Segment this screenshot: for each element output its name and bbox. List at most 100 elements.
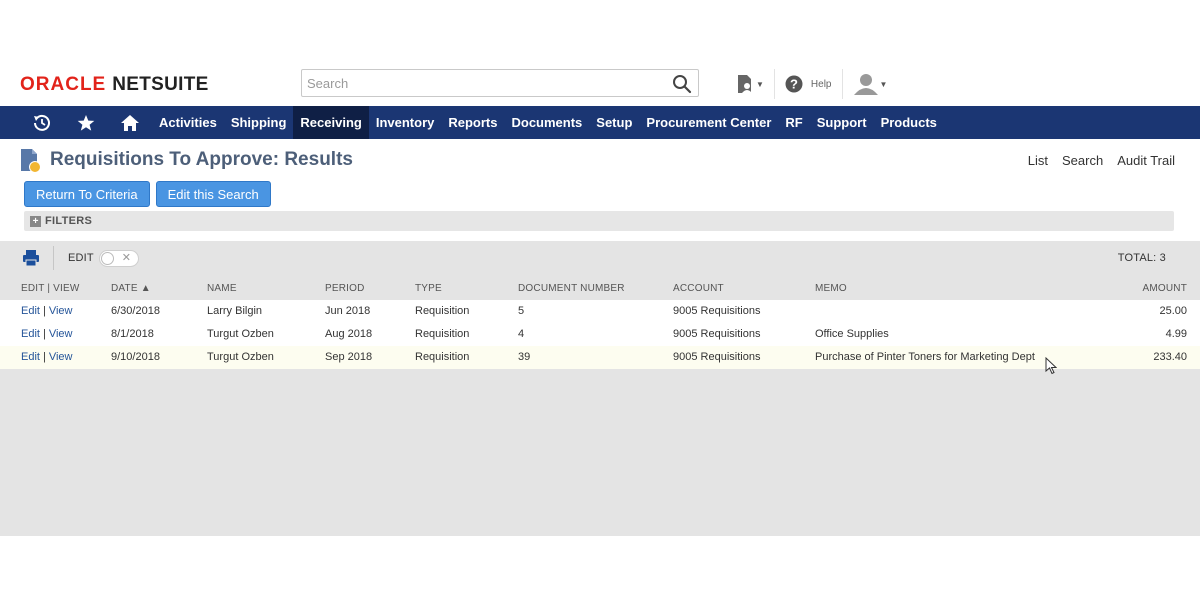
nav-procurement-center[interactable]: Procurement Center — [639, 106, 778, 139]
edit-link[interactable]: Edit — [21, 351, 40, 363]
nav-products[interactable]: Products — [874, 106, 944, 139]
col-memo[interactable]: MEMO — [815, 283, 847, 294]
view-link[interactable]: View — [49, 305, 73, 317]
global-search — [301, 69, 699, 97]
search-link[interactable]: Search — [1062, 153, 1103, 168]
col-name[interactable]: NAME — [207, 283, 237, 294]
divider — [773, 69, 775, 99]
search-icon[interactable] — [672, 74, 692, 94]
col-date[interactable]: DATE ▲ — [111, 283, 151, 294]
filters-toggle[interactable]: + FILTERS — [24, 211, 1174, 231]
cell-document-number: 39 — [518, 351, 531, 363]
svg-text:?: ? — [790, 77, 798, 92]
col-type[interactable]: TYPE — [415, 283, 442, 294]
toggle-off-icon: ✕ — [121, 252, 131, 264]
col-account[interactable]: ACCOUNT — [673, 283, 724, 294]
edit-view-links: Edit | View — [21, 305, 72, 317]
divider — [841, 69, 843, 99]
inline-edit-toggle[interactable]: ✕ — [99, 250, 139, 267]
return-to-criteria-button[interactable]: Return To Criteria — [24, 181, 150, 207]
total-count: TOTAL: 3 — [1117, 252, 1166, 264]
page-title: Requisitions To Approve: Results — [50, 149, 353, 170]
help-label: Help — [810, 78, 832, 90]
print-icon[interactable] — [22, 249, 40, 267]
cell-period: Jun 2018 — [325, 305, 371, 317]
cell-account: 9005 Requisitions — [673, 305, 761, 317]
page-header: Requisitions To Approve: Results List Se… — [0, 146, 1200, 176]
top-icons: ▼ ? Help ▼ — [735, 69, 888, 99]
cell-type: Requisition — [415, 305, 470, 317]
cell-date: 9/10/2018 — [111, 351, 160, 363]
nav-shipping[interactable]: Shipping — [224, 106, 294, 139]
cell-memo: Purchase of Pinter Toners for Marketing … — [815, 351, 1035, 363]
search-input[interactable] — [302, 70, 652, 96]
header-links: List Search Audit Trail — [1028, 153, 1175, 168]
action-buttons: Return To Criteria Edit this Search — [24, 181, 271, 207]
user-avatar-icon — [853, 74, 878, 95]
help-link[interactable]: ? Help — [785, 75, 832, 93]
home-icon — [121, 114, 139, 131]
table-row: Edit | View 6/30/2018 Larry Bilgin Jun 201… — [0, 300, 1200, 323]
cell-name: Turgut Ozben — [207, 351, 274, 363]
cell-type: Requisition — [415, 351, 470, 363]
favorites-button[interactable] — [64, 106, 108, 139]
logo-netsuite: NETSUITE — [112, 74, 209, 95]
star-icon — [77, 114, 95, 131]
cell-period: Aug 2018 — [325, 328, 373, 340]
audit-trail-link[interactable]: Audit Trail — [1117, 153, 1175, 168]
nav-support[interactable]: Support — [810, 106, 874, 139]
cell-name: Turgut Ozben — [207, 328, 274, 340]
mouse-pointer-icon — [1045, 357, 1057, 375]
edit-view-links: Edit | View — [21, 328, 72, 340]
table-row: Edit | View 8/1/2018 Turgut Ozben Aug 2018… — [0, 323, 1200, 346]
edit-this-search-button[interactable]: Edit this Search — [155, 181, 271, 207]
cell-account: 9005 Requisitions — [673, 351, 761, 363]
cell-type: Requisition — [415, 328, 470, 340]
cell-document-number: 5 — [518, 305, 525, 317]
document-person-icon — [738, 75, 752, 93]
col-amount[interactable]: AMOUNT — [1142, 283, 1187, 294]
recent-history-button[interactable] — [20, 106, 64, 139]
top-bar: ORACLENETSUITE ▼ ? Help — [0, 62, 1200, 106]
cell-date: 8/1/2018 — [111, 328, 154, 340]
chevron-down-icon: ▼ — [756, 79, 764, 89]
nav-documents[interactable]: Documents — [504, 106, 589, 139]
oracle-netsuite-logo[interactable]: ORACLE NETSUITE — [20, 74, 209, 96]
logo-oracle: ORACLE — [20, 74, 107, 95]
toolbar-divider — [53, 246, 54, 270]
col-document-number[interactable]: DOCUMENT NUMBER — [518, 283, 625, 294]
nav-activities[interactable]: Activities — [152, 106, 224, 139]
home-button[interactable] — [108, 106, 152, 139]
cell-amount: 4.99 — [1165, 328, 1187, 340]
col-period[interactable]: PERIOD — [325, 283, 365, 294]
cell-name: Larry Bilgin — [207, 305, 263, 317]
link-separator: | — [42, 328, 46, 340]
col-edit-view: EDIT | VIEW — [21, 283, 80, 294]
view-link[interactable]: View — [49, 351, 73, 363]
nav-rf[interactable]: RF — [778, 106, 809, 139]
nav-setup[interactable]: Setup — [589, 106, 639, 139]
edit-link[interactable]: Edit — [21, 328, 40, 340]
help-icon: ? — [785, 75, 803, 93]
cell-memo: Office Supplies — [815, 328, 889, 340]
view-link[interactable]: View — [49, 328, 73, 340]
nav-receiving[interactable]: Receiving — [293, 106, 369, 139]
edit-link[interactable]: Edit — [21, 305, 40, 317]
chevron-down-icon: ▼ — [879, 79, 888, 89]
nav-reports[interactable]: Reports — [441, 106, 504, 139]
table-header: EDIT | VIEW DATE ▲ NAME PERIOD TYPE DOCU… — [0, 276, 1200, 300]
link-separator: | — [42, 305, 46, 317]
toggle-knob — [101, 252, 114, 265]
results-toolbar: EDIT ✕ TOTAL: 3 — [0, 241, 1200, 276]
list-link[interactable]: List — [1028, 153, 1048, 168]
cell-amount: 233.40 — [1153, 351, 1187, 363]
recent-history-icon — [34, 114, 50, 131]
inline-edit-label: EDIT — [68, 252, 94, 264]
nav-inventory[interactable]: Inventory — [369, 106, 442, 139]
user-profile-menu[interactable]: ▼ — [853, 73, 888, 95]
filters-label: FILTERS — [45, 215, 93, 227]
recent-records-menu[interactable]: ▼ — [735, 74, 764, 94]
saved-search-document-icon — [21, 149, 41, 173]
cell-account: 9005 Requisitions — [673, 328, 761, 340]
edit-view-links: Edit | View — [21, 351, 72, 363]
